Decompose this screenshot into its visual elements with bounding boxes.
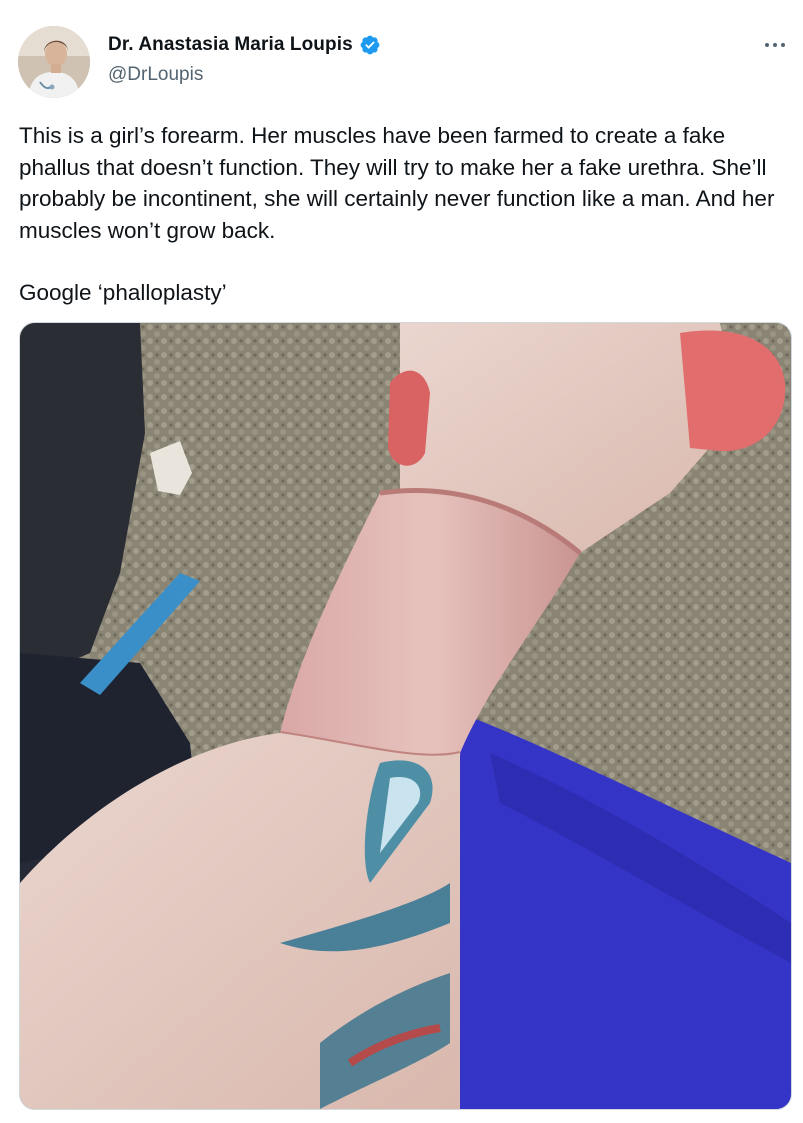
author-name-row[interactable]: Dr. Anastasia Maria Loupis	[108, 34, 381, 56]
tweet-paragraph: This is a girl’s forearm. Her muscles ha…	[19, 123, 775, 243]
verified-badge-icon	[359, 34, 381, 56]
tweet-text: This is a girl’s forearm. Her muscles ha…	[19, 120, 794, 309]
tweet-media-photo[interactable]	[19, 322, 792, 1110]
display-name[interactable]: Dr. Anastasia Maria Loupis	[108, 34, 353, 56]
avatar-image	[18, 26, 90, 98]
more-options-button[interactable]	[760, 30, 790, 60]
forearm-photo	[20, 323, 791, 1109]
tweet-paragraph: Google ‘phalloplasty’	[19, 280, 227, 305]
more-horizontal-icon	[765, 43, 785, 47]
author-handle[interactable]: @DrLoupis	[108, 64, 203, 86]
avatar[interactable]	[18, 26, 90, 98]
tweet-card: Dr. Anastasia Maria Loupis @DrLoupis Thi…	[0, 0, 803, 1123]
